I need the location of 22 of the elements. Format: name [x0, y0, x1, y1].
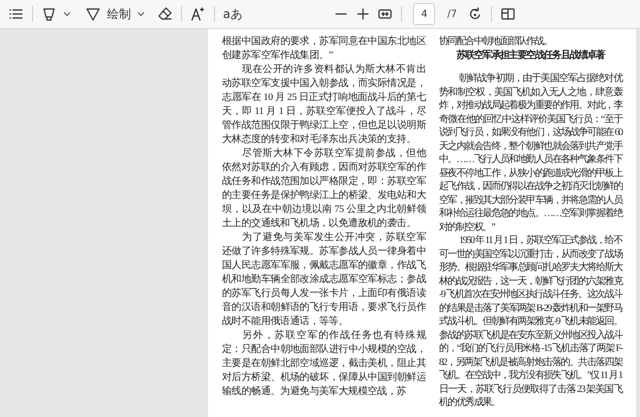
rotate-icon[interactable] — [467, 6, 483, 22]
page-number-field[interactable]: 4 — [413, 3, 436, 25]
body-paragraph: 1950 年 11 月 1 日，苏联空军正式参战，给不可一世的美国空军以沉重打击，从而改变了战场形势。根据驻华军事总顾问扎哈罗夫大将给斯大林的战况报告，这一天，朝鲜飞行团的六架雅克 -9 飞机首次在安州地区执行战斗任务。这次战斗的结果是击落了美军两架 B-29 轰炸机和一架野马式战斗机。但朝鲜有两架雅克 -9 飞机未能返回。参战的苏联飞机是在安东至新义州地区投入战斗的，“我们的飞行员用米格 -15 飞机击落了两架 F-82，另两架飞机是被高射炮击落的。共击落四架飞机。在空战中，我方没有损失飞机。”仅 11 月 1 日一天，苏联飞行员便取得了击落 23 架美国飞机的优秀成果。 — [439, 234, 622, 410]
page-total: /7 — [447, 8, 457, 20]
body-paragraph: 为了避免与美军发生公开冲突，苏联空军还做了许多特殊军规。苏军参战人员一律身着中国人民志愿军军服，佩戴志愿军的徽章，作战飞机和地勤车辆全部改涂成志愿军空军标志；参战的苏军飞行员每人发一张卡片，上面印有俄语读音的汉语和朝鲜语的飞行专用语，要求飞行员作战时不能用俄语通话，等等。 — [222, 231, 426, 329]
section-heading: 苏联空军承担主要空战任务且战绩卓著 — [456, 48, 606, 62]
body-paragraph: 另外，苏联空军的作战任务也有特殊规定：只配合中朝地面部队进行中小规模的空战，主要是在朝鲜北部空域巡逻，截击美机，阻止其对后方桥梁、机场的破坏，保障从中国到朝鲜运输线的畅通。为避免与美军大规模空战，苏 — [222, 329, 426, 399]
body-paragraph: 朝鲜战争初期，由于美国空军占据绝对优势和制空权，美国飞机如入无人之地，肆意轰炸，对推动战局起着极为重要的作用。对此，李奇微在他的回忆中这样评价美国飞行员：“至于说到飞行员，如果没有他们，这场战争可能在 60 天之内就会告终，整个朝鲜也就会落到共产党手中。……飞行人员和地勤人员在各种气象条件下昼夜不停地工作，从狭小的跑道或光滑的甲板上起飞作战，因而仍得以在战争之初消灭北朝鲜的空军，摧毁其大部分装甲车辆，并将急需的人员和补给运往最危急的地点。……空军则掌握着绝对的制空权。” — [439, 72, 622, 234]
body-paragraph: 现在公开的许多资料都认为斯大林不肯出动苏联空军支援中国入朝参战，而实际情况是，志愿军在 10 月 25 日正式打响地面战斗后的第七天，即 11 月 1 日，苏联空军便投入了战斗，尽管作战范围仅限于鸭绿江上空，但也足以说明斯大林态度的转变和对毛泽东出兵决策的支持。 — [222, 63, 426, 147]
plus-icon[interactable] — [355, 6, 372, 22]
body-paragraph: 协同配合中朝地面部队作战。 — [439, 35, 554, 48]
chevron-icon[interactable] — [63, 11, 71, 17]
body-paragraph: 根据中国政府的要求，苏军同意在中国东北地区创建苏军空军作战集团。” — [222, 35, 426, 63]
text-icon[interactable] — [190, 6, 206, 22]
eraser-icon[interactable] — [157, 6, 173, 22]
chevron-icon[interactable] — [137, 11, 145, 17]
body-paragraph: 尽管斯大林下令苏联空军提前参战，但他依然对苏联的介入有顾虑，因而对苏联空军的作战任务和作战范围加以严格限定，即：苏联空军的主要任务是保护鸭绿江上的桥梁、发电站和大坝，以及在中朝边境以南 75 公里之内北朝鲜领土上的交通线和飞机场，以免遭敌机的袭击。 — [222, 147, 426, 231]
reader-glyph[interactable]: aあ — [223, 6, 242, 22]
two-page-icon[interactable] — [500, 6, 516, 22]
highlighter-icon[interactable] — [41, 6, 57, 22]
draw-label[interactable]: 绘制 — [107, 6, 131, 22]
draw-icon[interactable] — [85, 6, 101, 22]
